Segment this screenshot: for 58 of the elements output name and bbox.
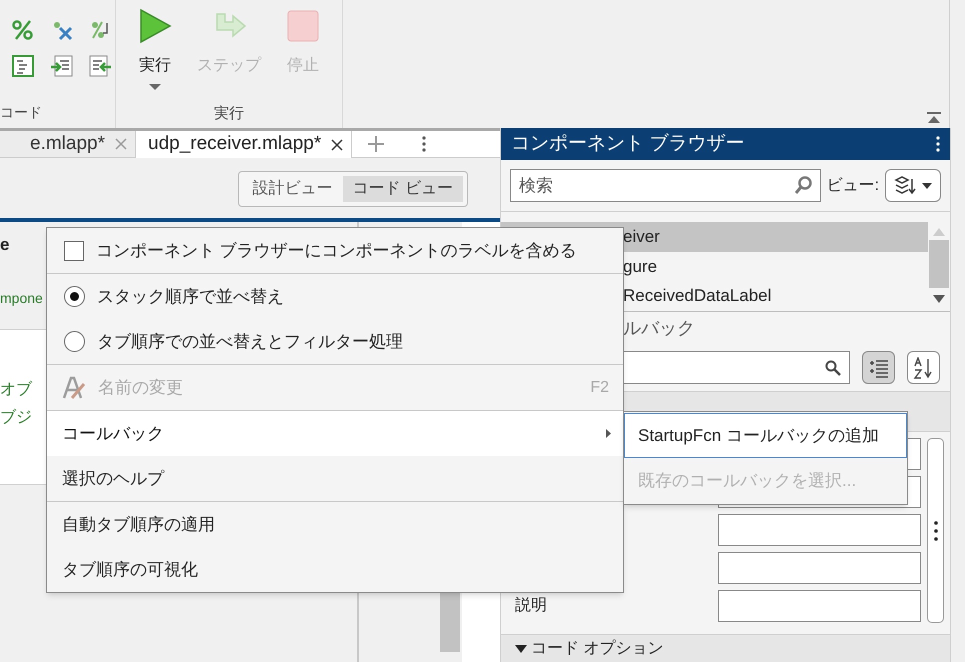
scroll-down-icon[interactable] (933, 295, 945, 303)
search-field[interactable]: 検索 (510, 169, 821, 202)
scrollbar-thumb[interactable] (929, 240, 949, 288)
stop-icon (286, 9, 320, 43)
document-arrow-out-icon[interactable] (88, 54, 112, 78)
checkbox[interactable] (64, 240, 84, 260)
file-tab[interactable]: e.mlapp* (0, 131, 135, 158)
view-button[interactable]: コード ビュー (342, 176, 463, 202)
search-icon[interactable] (794, 176, 813, 194)
radio-button[interactable] (64, 286, 85, 307)
group-label: 実行 (214, 104, 244, 124)
menu-item[interactable]: 自動タブ順序の適用 (47, 502, 623, 547)
more-options-icon[interactable] (422, 136, 426, 152)
close-icon[interactable] (331, 138, 344, 150)
section-header[interactable]: コード オプション (501, 634, 950, 662)
toolbar-button[interactable]: 実行 (127, 6, 183, 90)
play-icon (138, 8, 172, 44)
input-field[interactable] (718, 514, 921, 546)
menu-item[interactable]: StartupFcn コールバックの追加 (624, 413, 907, 458)
menu-item[interactable]: 選択のヘルプ (47, 456, 623, 501)
radio-button[interactable] (64, 331, 85, 352)
document-arrow-in-icon[interactable] (50, 54, 74, 78)
submenu-arrow-icon[interactable] (606, 429, 611, 438)
plus-icon[interactable] (368, 136, 384, 152)
percent-icon[interactable] (11, 18, 35, 42)
document-indent-icon[interactable] (11, 54, 35, 78)
caret-icon[interactable] (149, 84, 161, 90)
comment-text: オブ (0, 380, 32, 400)
section-title: ルバック (623, 316, 695, 340)
collapse-icon[interactable] (927, 112, 941, 124)
sort-layers-icon (894, 176, 916, 196)
more-button[interactable] (927, 438, 944, 623)
menu-item[interactable]: タブ順序での並べ替えとフィルター処理 (47, 319, 623, 364)
field-label: 説明 (515, 596, 548, 616)
more-options-icon (934, 520, 938, 540)
more-options-icon[interactable] (936, 136, 940, 152)
menu-item[interactable]: タブ順序の可視化 (47, 547, 623, 592)
list-view-button[interactable] (862, 351, 895, 384)
menu-item[interactable]: コールバック (47, 411, 623, 456)
sort-icon (912, 356, 934, 378)
field-label: ビュー: (826, 176, 880, 196)
list-icon (868, 358, 888, 378)
panel-title: コンポーネント ブラウザー (511, 132, 744, 156)
input-field[interactable] (718, 552, 921, 584)
search-icon[interactable] (825, 360, 841, 376)
sort-button[interactable] (907, 351, 940, 384)
group-label: コード (0, 103, 43, 122)
list-item: mpone (0, 288, 43, 308)
view-dropdown[interactable] (885, 169, 941, 202)
menu-item[interactable]: スタック順序で並べ替え (47, 274, 623, 319)
input-field[interactable] (718, 590, 921, 622)
search-field[interactable] (623, 351, 850, 384)
expand-icon (515, 644, 527, 652)
view-button[interactable]: 設計ビュー (242, 176, 343, 202)
caret-icon (922, 182, 932, 188)
section-title: e (0, 234, 10, 256)
file-tab[interactable]: udp_receiver.mlapp* (135, 131, 352, 158)
comment-text: ブジ (0, 408, 32, 428)
